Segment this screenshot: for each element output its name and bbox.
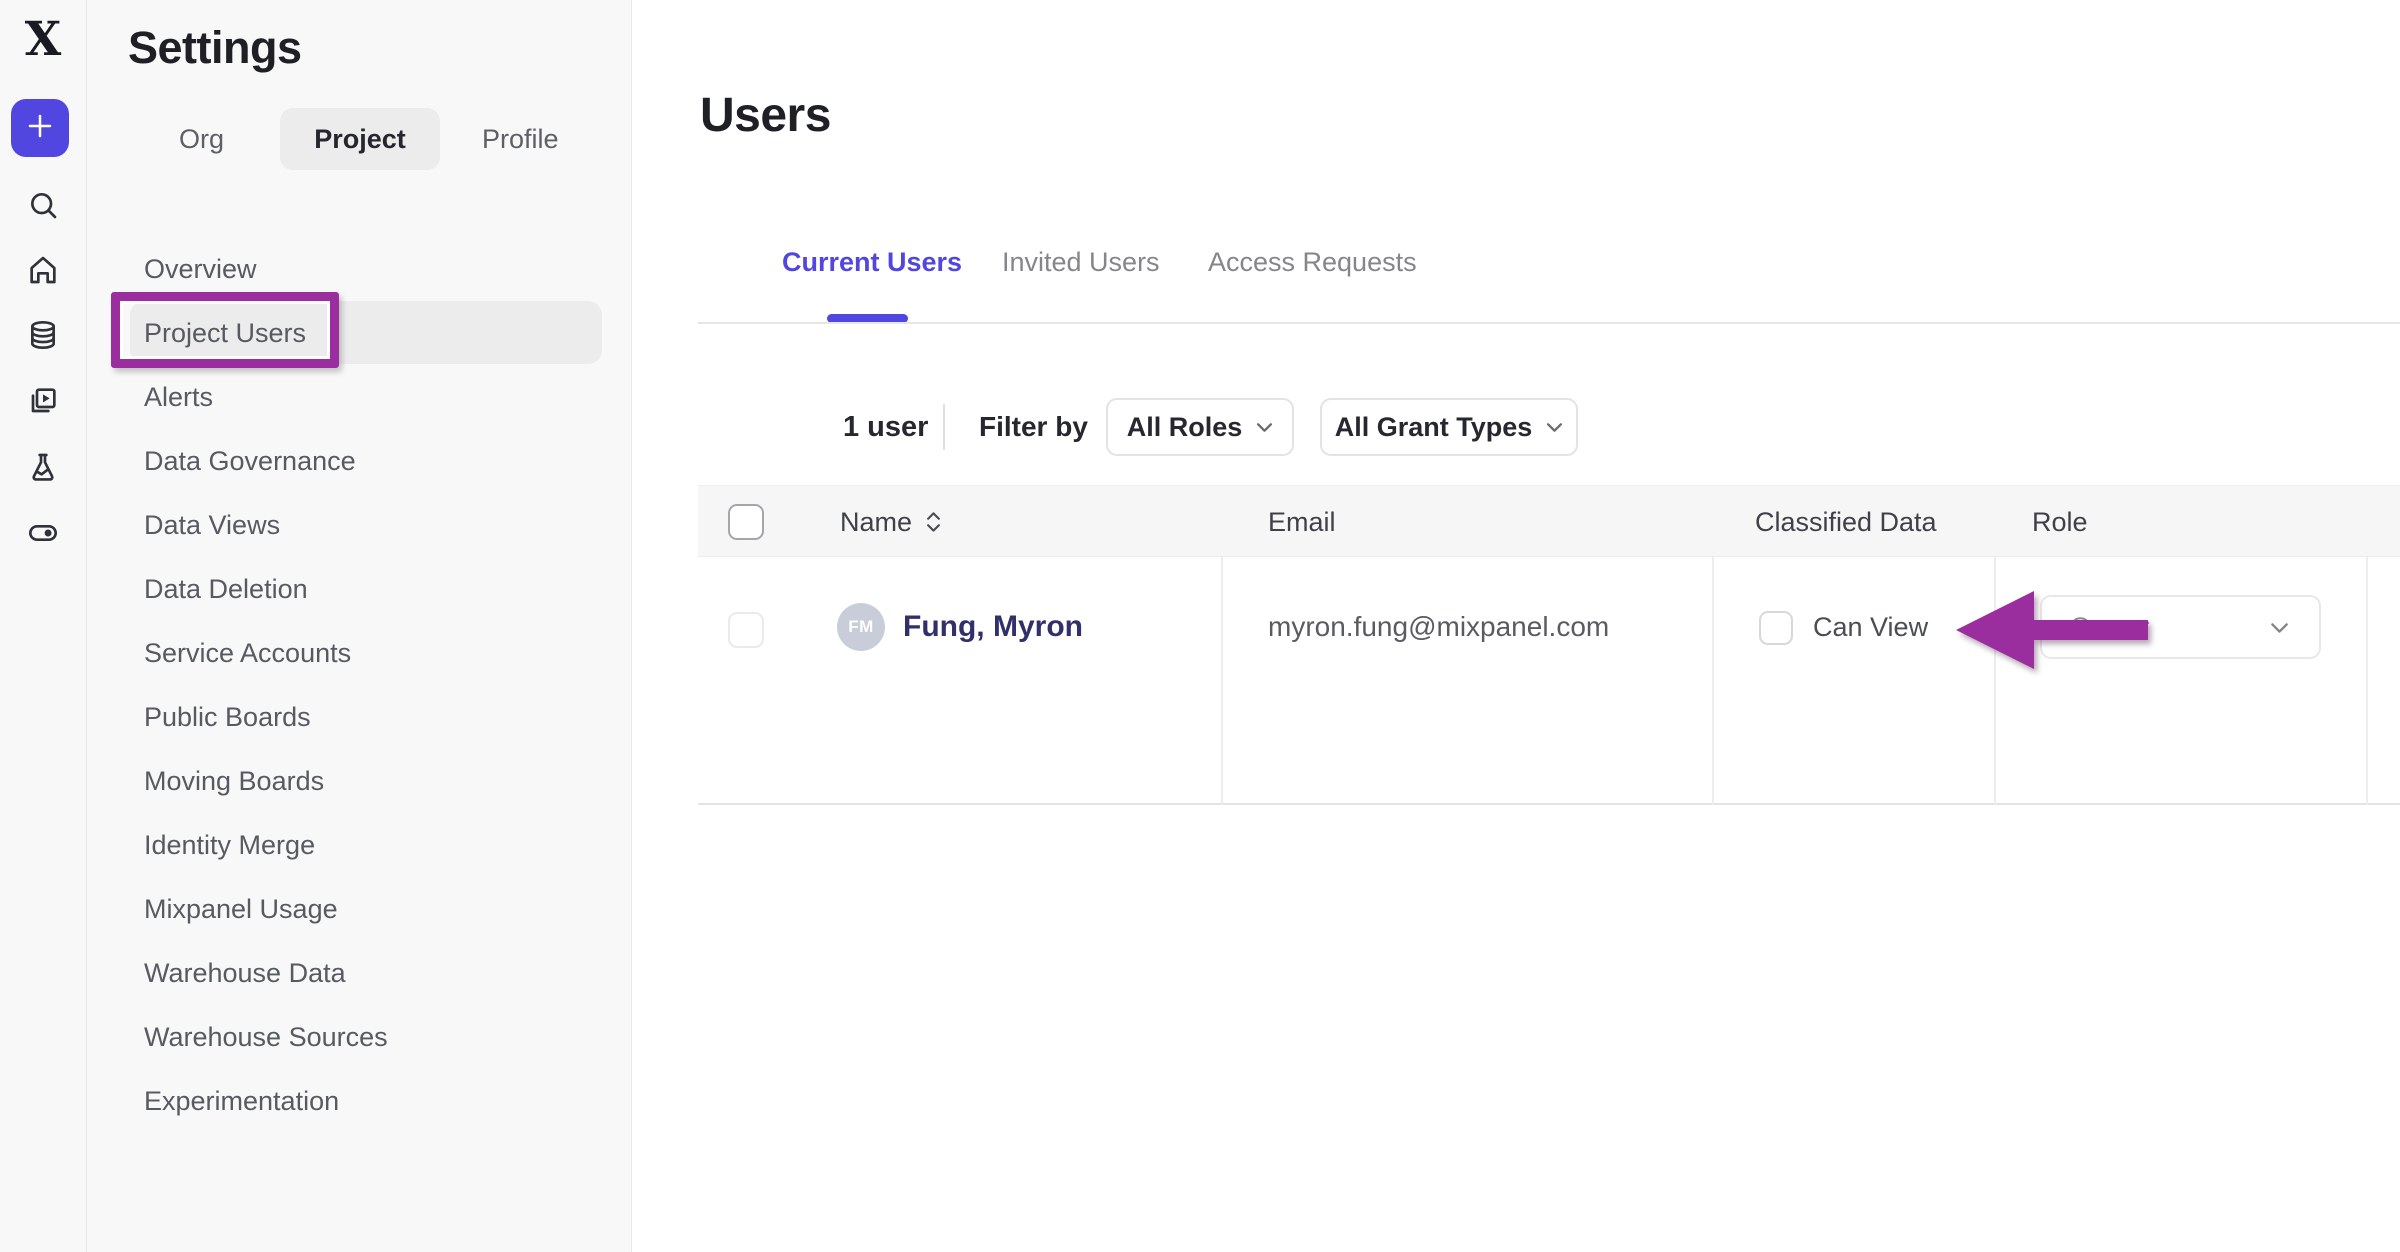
all-roles-label: All Roles — [1127, 412, 1243, 443]
column-header-email: Email — [1268, 486, 1336, 558]
chevron-down-icon — [1546, 422, 1563, 433]
classified-data-label: Can View — [1813, 603, 1928, 651]
annotation-arrow — [1954, 587, 2152, 675]
plus-icon — [25, 111, 55, 146]
select-all-checkbox[interactable] — [728, 504, 764, 540]
sidebar-item-moving-boards[interactable]: Moving Boards — [87, 749, 631, 813]
page-title: Users — [700, 88, 831, 143]
column-separator — [1712, 557, 1714, 805]
sidebar-item-public-boards[interactable]: Public Boards — [87, 685, 631, 749]
tab-access-requests[interactable]: Access Requests — [1208, 240, 1417, 284]
sidebar-item-warehouse-data[interactable]: Warehouse Data — [87, 941, 631, 1005]
classified-data-checkbox[interactable] — [1759, 611, 1793, 645]
tab-invited-users[interactable]: Invited Users — [1002, 240, 1160, 284]
users-tabs: Current Users Invited Users Access Reque… — [632, 240, 2400, 284]
chevron-down-icon — [2270, 622, 2289, 634]
screen: X Settings Org Project Profi — [0, 0, 2400, 1252]
divider — [943, 404, 945, 450]
row-checkbox[interactable] — [728, 612, 764, 648]
settings-panel: Settings Org Project Profile Overview Pr… — [87, 0, 632, 1252]
sidebar-item-experimentation[interactable]: Experimentation — [87, 1069, 631, 1133]
all-grant-types-label: All Grant Types — [1335, 412, 1533, 443]
all-roles-dropdown[interactable]: All Roles — [1106, 398, 1294, 456]
all-grant-types-dropdown[interactable]: All Grant Types — [1320, 398, 1578, 456]
settings-title: Settings — [128, 22, 302, 74]
boards-icon[interactable] — [26, 384, 60, 418]
sidebar-item-identity-merge[interactable]: Identity Merge — [87, 813, 631, 877]
annotation-highlight-rectangle — [111, 292, 339, 368]
database-icon[interactable] — [26, 318, 60, 352]
filter-row: 1 user Filter by All Roles All Grant Typ… — [632, 398, 2400, 456]
column-separator — [1221, 557, 1223, 805]
name-column-label: Name — [840, 486, 912, 558]
mixpanel-logo-icon[interactable]: X — [16, 14, 70, 66]
sidebar-item-data-deletion[interactable]: Data Deletion — [87, 557, 631, 621]
column-header-role: Role — [2032, 486, 2088, 558]
tab-project[interactable]: Project — [280, 108, 440, 170]
sort-icon[interactable] — [926, 510, 941, 534]
tab-org[interactable]: Org — [179, 108, 224, 170]
column-header-classified-data: Classified Data — [1755, 486, 1937, 558]
sidebar-item-service-accounts[interactable]: Service Accounts — [87, 621, 631, 685]
create-button[interactable] — [11, 99, 69, 157]
flask-icon[interactable] — [26, 450, 60, 484]
sidebar-item-warehouse-sources[interactable]: Warehouse Sources — [87, 1005, 631, 1069]
sidebar-item-alerts[interactable]: Alerts — [87, 365, 631, 429]
avatar: FM — [837, 603, 885, 651]
home-icon[interactable] — [26, 253, 60, 287]
sidebar-item-data-governance[interactable]: Data Governance — [87, 429, 631, 493]
tabs-divider — [698, 322, 2400, 324]
icon-rail: X — [0, 0, 87, 1252]
sidebar-item-data-views[interactable]: Data Views — [87, 493, 631, 557]
toggle-icon[interactable] — [26, 516, 60, 550]
settings-scope-tabs: Org Project Profile — [87, 108, 631, 170]
user-count: 1 user — [843, 398, 928, 456]
sidebar-item-mixpanel-usage[interactable]: Mixpanel Usage — [87, 877, 631, 941]
search-icon[interactable] — [26, 188, 60, 222]
column-separator — [2366, 557, 2368, 805]
user-name-link[interactable]: Fung, Myron — [903, 603, 1083, 651]
column-header-name[interactable]: Name — [840, 486, 941, 558]
user-email: myron.fung@mixpanel.com — [1268, 603, 1609, 651]
tab-profile[interactable]: Profile — [482, 108, 559, 170]
table-header: Name Email Classified Data Role — [698, 485, 2400, 557]
tab-current-users[interactable]: Current Users — [782, 240, 962, 284]
filter-by-label: Filter by — [979, 398, 1088, 456]
chevron-down-icon — [1256, 422, 1273, 433]
